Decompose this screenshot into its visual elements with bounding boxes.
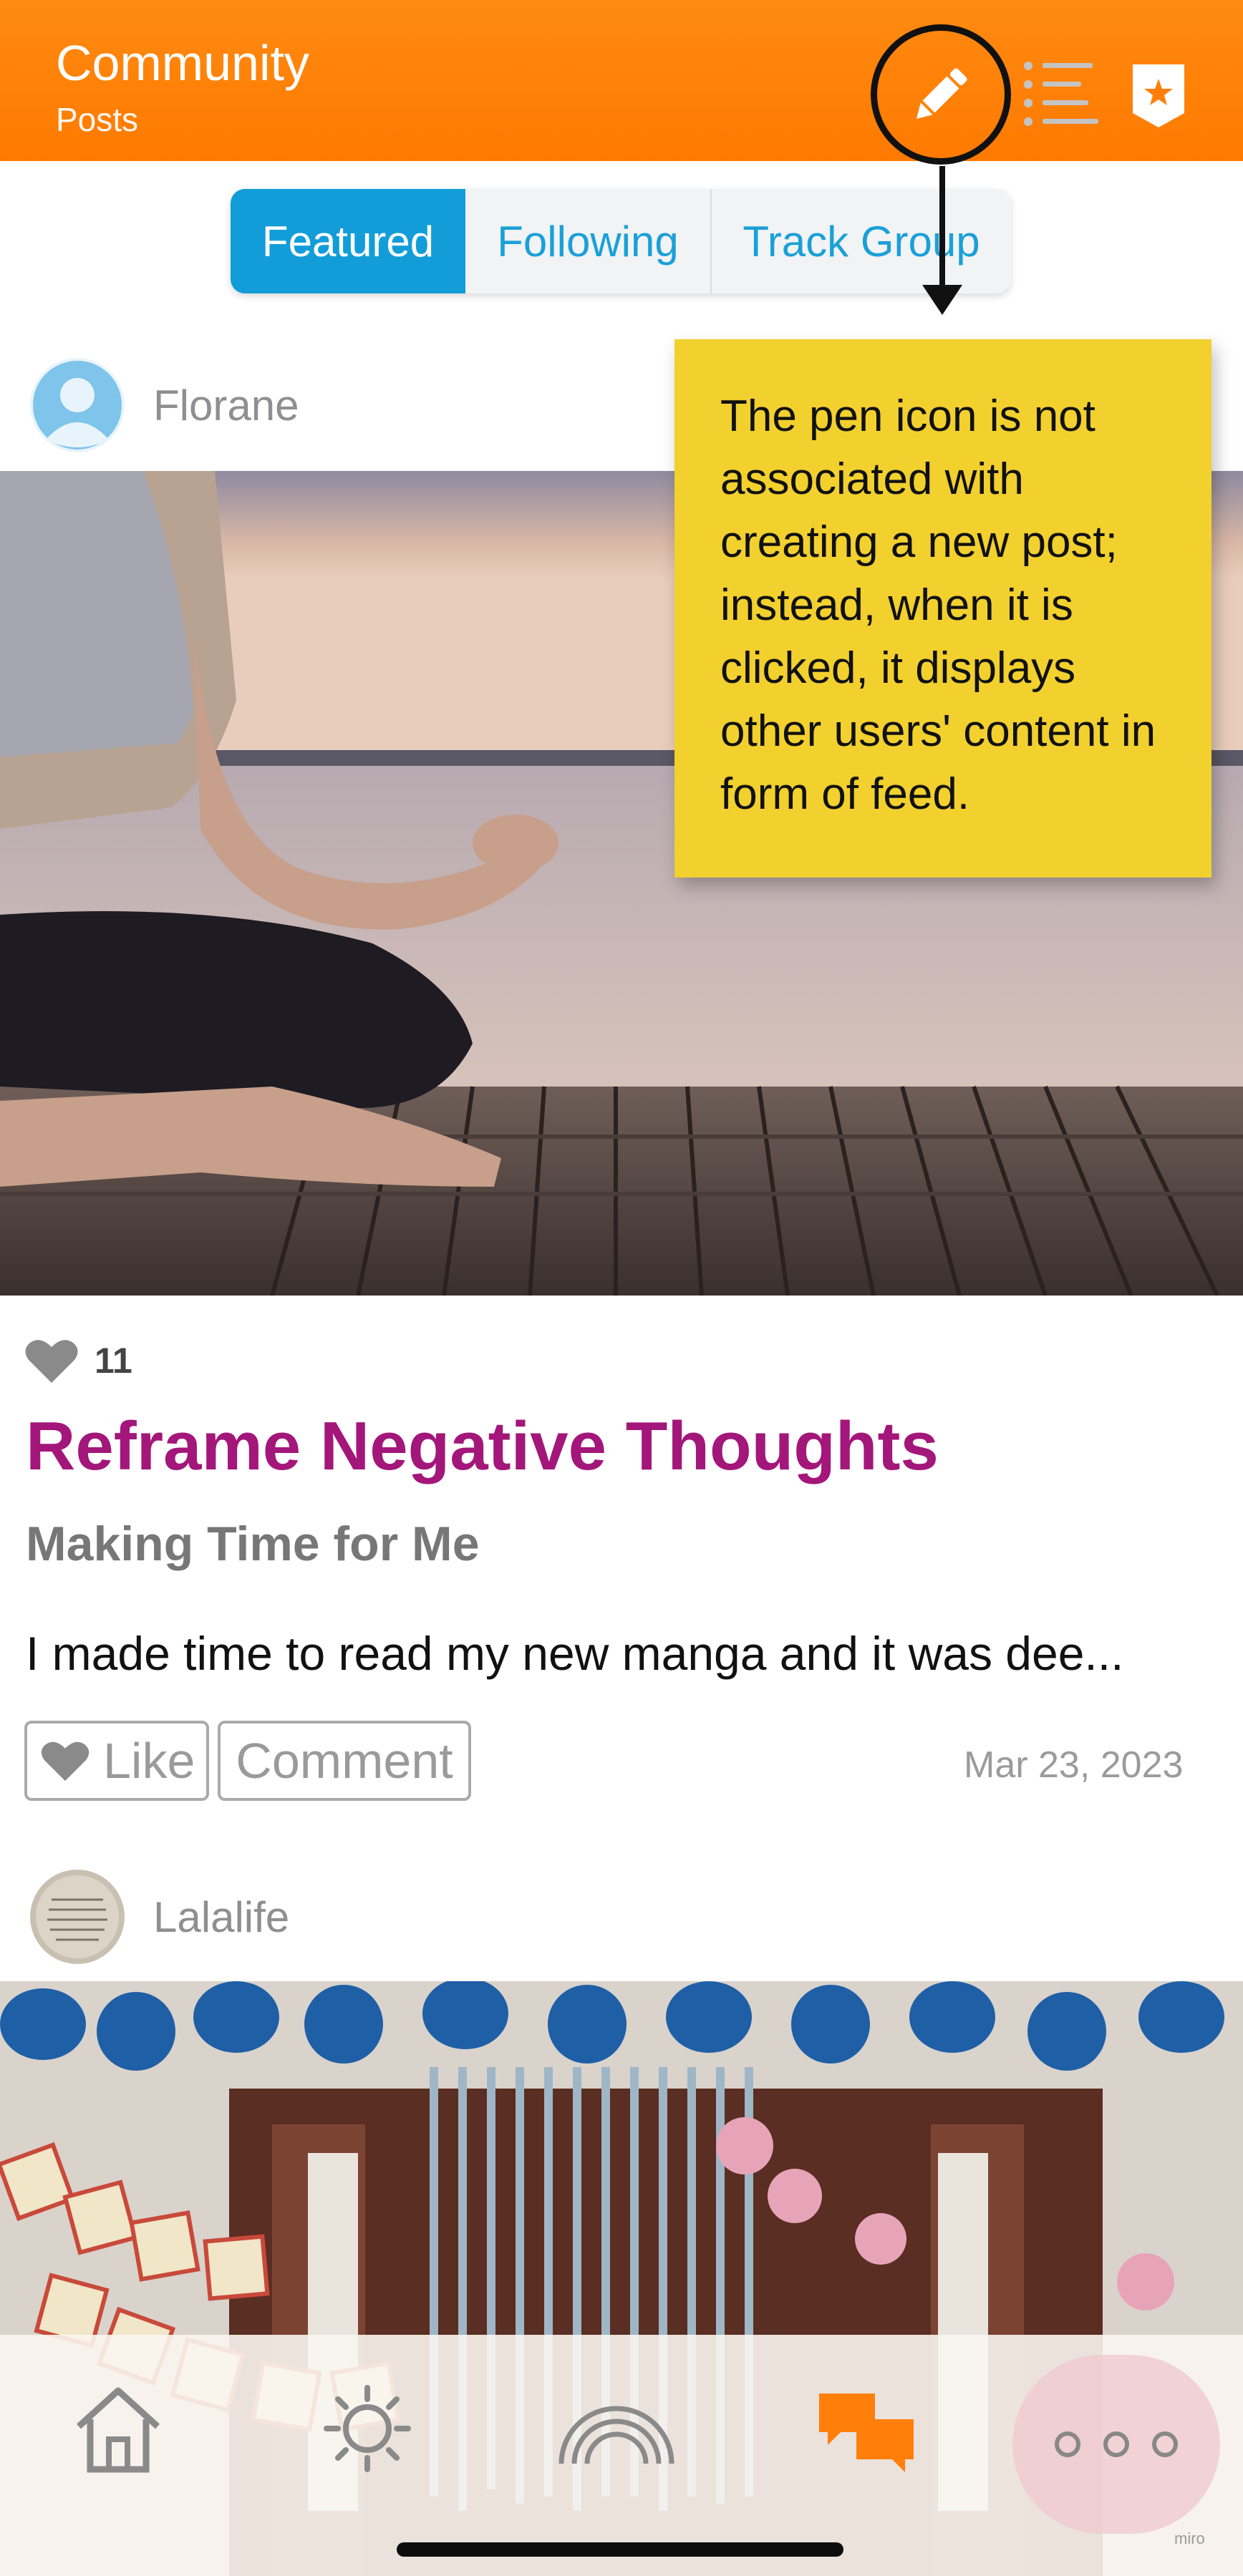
home-indicator <box>397 2542 843 2557</box>
chat-bubbles-icon <box>819 2393 914 2472</box>
heart-icon <box>41 1741 90 1782</box>
heart-icon <box>25 1340 78 1383</box>
more-dot-icon <box>1055 2431 1080 2457</box>
tab-following[interactable]: Following <box>465 189 712 293</box>
more-dot-icon <box>1103 2431 1129 2457</box>
page-title: Community <box>56 35 309 91</box>
tab-featured[interactable]: Featured <box>231 189 465 293</box>
list-button[interactable] <box>1022 59 1100 127</box>
annotation-sticky-note: The pen icon is not associated with crea… <box>674 339 1211 878</box>
nav-daily[interactable] <box>321 2382 414 2479</box>
rainbow-icon <box>558 2406 674 2464</box>
sun-icon <box>324 2385 411 2472</box>
like-button-label: Like <box>103 1733 195 1789</box>
post-subtitle: Making Time for Me <box>26 1517 480 1571</box>
post-date: Mar 23, 2023 <box>964 1744 1184 1786</box>
list-icon <box>1024 62 1098 126</box>
more-dot-icon <box>1152 2431 1178 2457</box>
feed-tabs: Featured Following Track Group <box>231 189 1011 293</box>
watermark: miro <box>1174 2529 1205 2547</box>
nav-home[interactable] <box>72 2382 165 2479</box>
post-author-row[interactable]: Florane <box>30 358 299 452</box>
bottom-nav <box>0 2335 1243 2576</box>
post-author-row[interactable]: Lalalife <box>30 1870 289 1964</box>
avatar <box>30 358 125 452</box>
like-count: 11 <box>24 1337 132 1384</box>
pen-icon <box>916 68 967 119</box>
post-excerpt[interactable]: I made time to read my new manga and it … <box>26 1626 1123 1681</box>
tab-track-group[interactable]: Track Group <box>712 189 1011 293</box>
annotation-arrow-line <box>939 166 945 295</box>
pen-button[interactable] <box>871 24 1011 165</box>
star-badge-icon <box>1133 64 1184 127</box>
avatar <box>30 1870 125 1964</box>
annotation-arrow-head <box>922 285 962 315</box>
bookmark-badge-button[interactable] <box>1130 63 1187 129</box>
like-button[interactable]: Like <box>24 1721 209 1801</box>
nav-community[interactable] <box>816 2391 916 2480</box>
home-icon <box>76 2387 160 2473</box>
page-subtitle: Posts <box>56 101 139 138</box>
nav-progress[interactable] <box>556 2392 677 2474</box>
like-count-value: 11 <box>95 1341 132 1381</box>
comment-button[interactable]: Comment <box>218 1721 471 1801</box>
author-name: Florane <box>153 381 299 429</box>
app-header: Community Posts <box>0 0 1243 165</box>
nav-more[interactable] <box>1012 2355 1220 2534</box>
post-title[interactable]: Reframe Negative Thoughts <box>26 1407 939 1486</box>
author-name: Lalalife <box>153 1892 290 1941</box>
